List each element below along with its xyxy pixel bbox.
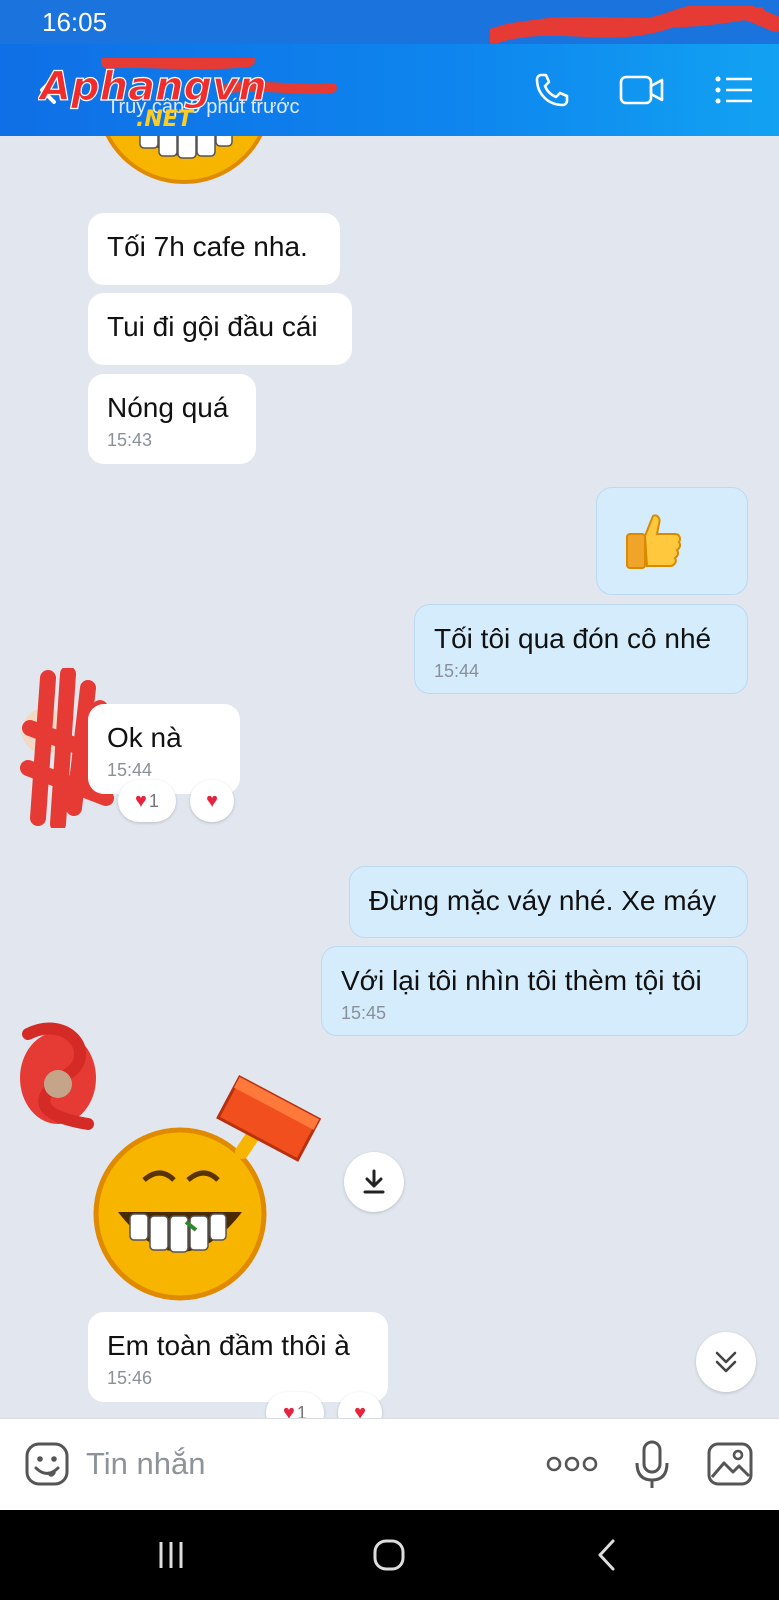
home-button[interactable] — [366, 1532, 412, 1578]
message-text: Với lại tôi nhìn tôi thèm tội tôi — [341, 965, 702, 996]
message-timestamp: 15:45 — [341, 1003, 387, 1023]
video-call-button[interactable] — [618, 66, 666, 114]
recent-apps-button[interactable] — [148, 1532, 194, 1578]
message-timestamp: 15:43 — [107, 430, 153, 450]
home-icon — [373, 1539, 405, 1571]
reaction-count: 1 — [296, 1402, 307, 1419]
message-timestamp: 15:46 — [107, 1368, 153, 1388]
message-text: Đừng mặc váy nhé. Xe máy — [369, 885, 717, 916]
download-button[interactable] — [344, 1152, 404, 1212]
heart-icon: ♥ — [206, 789, 218, 812]
incoming-message-bubble[interactable]: Tui đi gội đầu cái — [88, 293, 352, 365]
heart-icon: ♥ — [283, 1401, 295, 1419]
redaction-scribble — [490, 6, 779, 44]
message-list[interactable]: Tối 7h cafe nha. Tui đi gội đầu cái Nóng… — [0, 136, 779, 1418]
message-input[interactable] — [86, 1441, 506, 1487]
system-navigation-bar — [0, 1510, 779, 1600]
message-timestamp: 15:44 — [434, 661, 480, 681]
message-composer — [0, 1418, 779, 1510]
message-text: Tui đi gội đầu cái — [107, 311, 318, 342]
svg-text:.NET: .NET — [136, 107, 195, 130]
heart-icon: ♥ — [354, 1401, 366, 1419]
recent-apps-icon — [159, 1542, 183, 1568]
grinning-emoji-sticker — [105, 136, 263, 184]
download-icon — [363, 1169, 385, 1194]
image-gallery-icon[interactable] — [706, 1441, 754, 1487]
reaction-count: 1 — [148, 790, 159, 811]
microphone-icon[interactable] — [632, 1439, 672, 1491]
scroll-to-bottom-button[interactable] — [696, 1332, 756, 1392]
watermark-logo: Aphangvn .NET — [38, 58, 337, 130]
sticker-icon[interactable] — [24, 1441, 70, 1487]
back-chevron-icon — [598, 1539, 615, 1571]
svg-text:Aphangvn: Aphangvn — [38, 64, 267, 110]
message-text: Em toàn đầm thôi à — [107, 1330, 350, 1361]
video-camera-icon — [619, 75, 664, 105]
double-chevron-down-icon — [715, 1351, 737, 1373]
chat-header: Truy cập 9 phút trước Aphangvn .NET — [0, 44, 779, 136]
incoming-message-bubble[interactable]: Nóng quá 15:43 — [88, 374, 256, 464]
outgoing-sticker-bubble[interactable] — [596, 487, 748, 595]
message-text: Tối tôi qua đón cô nhé — [434, 623, 712, 654]
options-menu-button[interactable] — [710, 66, 758, 114]
heart-icon: ♥ — [135, 789, 147, 812]
reaction-count-badge[interactable]: ♥ 1 — [266, 1392, 324, 1418]
message-text: Tối 7h cafe nha. — [107, 231, 308, 262]
incoming-message-bubble[interactable]: Tối 7h cafe nha. — [88, 213, 340, 285]
outgoing-message-bubble[interactable]: Với lại tôi nhìn tôi thèm tội tôi 15:45 — [321, 946, 748, 1036]
thumbs-up-icon — [626, 514, 682, 569]
outgoing-message-bubble[interactable]: Tối tôi qua đón cô nhé 15:44 — [414, 604, 748, 694]
grinning-emoji-with-brick-sticker[interactable] — [92, 1062, 332, 1302]
outgoing-message-bubble[interactable]: Đừng mặc váy nhé. Xe máy — [349, 866, 748, 938]
call-button[interactable] — [528, 66, 576, 114]
message-timestamp: 15:44 — [107, 760, 153, 780]
phone-icon — [535, 73, 569, 107]
message-text: Nóng quá — [107, 392, 229, 423]
add-reaction-button[interactable]: ♥ — [190, 780, 234, 822]
status-time: 16:05 — [42, 7, 108, 37]
incoming-message-bubble[interactable]: Em toàn đầm thôi à 15:46 — [88, 1312, 388, 1402]
back-button[interactable] — [584, 1532, 630, 1578]
status-bar: 16:05 — [0, 0, 779, 44]
reaction-count-badge[interactable]: ♥ 1 — [118, 780, 176, 822]
message-text: Ok nà — [107, 722, 182, 753]
more-options-icon[interactable] — [546, 1449, 598, 1479]
list-menu-icon — [715, 76, 752, 104]
